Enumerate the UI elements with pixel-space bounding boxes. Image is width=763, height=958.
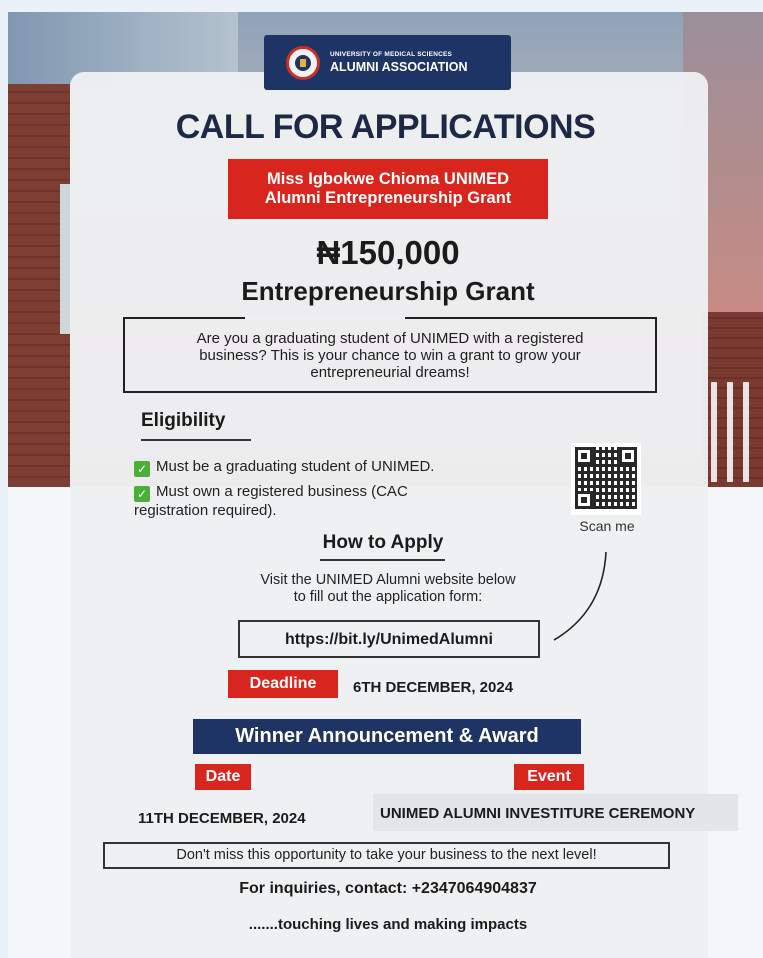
flyer: UNIVERSITY OF MEDICAL SCIENCES ALUMNI AS… bbox=[8, 12, 763, 958]
tagline: .......touching lives and making impacts bbox=[248, 916, 528, 933]
grant-amount: ₦150,000 bbox=[316, 234, 460, 271]
intro-box-gap bbox=[245, 316, 405, 320]
page-title: CALL FOR APPLICATIONS bbox=[175, 108, 596, 146]
grant-amount-subtitle: Entrepreneurship Grant bbox=[241, 276, 535, 306]
intro-line1: Are you a graduating student of UNIMED w… bbox=[196, 330, 584, 347]
intro-line3: entrepreneurial dreams! bbox=[310, 364, 470, 381]
intro-box: Are you a graduating student of UNIMED w… bbox=[123, 317, 657, 393]
contact-info: For inquiries, contact: +2347064904837 bbox=[239, 880, 537, 897]
qr-code[interactable] bbox=[571, 443, 641, 515]
how-to-apply-instructions: Visit the UNIMED Alumni website below to… bbox=[208, 572, 568, 606]
eligibility-item-text: Must own a registered business (CAC bbox=[156, 483, 408, 500]
university-seal-icon bbox=[286, 45, 320, 80]
grant-name-line1: Miss Igbokwe Chioma UNIMED bbox=[266, 170, 510, 188]
check-icon: ✓ bbox=[134, 486, 150, 502]
check-icon: ✓ bbox=[134, 461, 150, 477]
instructions-line1: Visit the UNIMED Alumni website below bbox=[260, 572, 516, 588]
grant-name-line2: Alumni Entrepreneurship Grant bbox=[264, 189, 512, 207]
organization-badge: UNIVERSITY OF MEDICAL SCIENCES ALUMNI AS… bbox=[264, 35, 511, 90]
application-link[interactable]: https://bit.ly/UnimedAlumni bbox=[238, 620, 540, 658]
grant-name-banner: Miss Igbokwe Chioma UNIMED Alumni Entrep… bbox=[228, 159, 548, 219]
brick-building-left bbox=[8, 84, 70, 487]
intro-line2: business? This is your chance to win a g… bbox=[199, 347, 581, 364]
how-to-apply-heading: How to Apply bbox=[322, 532, 444, 553]
event-name: UNIMED ALUMNI INVESTITURE CEREMONY bbox=[380, 805, 696, 822]
deadline-label: Deadline bbox=[228, 670, 338, 698]
brick-building-right bbox=[703, 312, 763, 487]
eligibility-heading: Eligibility bbox=[141, 410, 226, 431]
instructions-line2: to fill out the application form: bbox=[293, 589, 483, 605]
organization-name-line2: ALUMNI ASSOCIATION bbox=[330, 60, 468, 74]
how-to-apply-underline bbox=[320, 559, 445, 561]
eligibility-item-text-cont: registration required). bbox=[134, 502, 277, 519]
award-heading: Winner Announcement & Award bbox=[193, 719, 581, 754]
eligibility-item: ✓ Must be a graduating student of UNIMED. bbox=[134, 458, 434, 477]
eligibility-underline bbox=[141, 439, 251, 441]
award-date: 11TH DECEMBER, 2024 bbox=[138, 810, 306, 827]
event-label: Event bbox=[514, 764, 584, 790]
eligibility-item: ✓ Must own a registered business (CAC reg… bbox=[134, 483, 534, 520]
date-label: Date bbox=[195, 764, 251, 790]
qr-code-icon bbox=[575, 447, 637, 509]
deadline-date: 6TH DECEMBER, 2024 bbox=[353, 679, 514, 696]
organization-name-line1: UNIVERSITY OF MEDICAL SCIENCES bbox=[330, 51, 453, 58]
call-to-action-box: Don't miss this opportunity to take your… bbox=[103, 842, 670, 869]
eligibility-item-text: Must be a graduating student of UNIMED. bbox=[156, 458, 435, 475]
